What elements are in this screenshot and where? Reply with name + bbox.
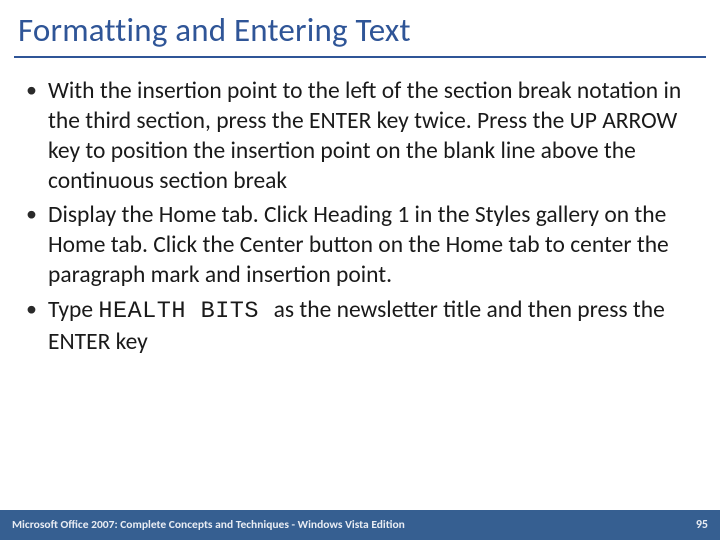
list-item: Display the Home tab. Click Heading 1 in… (22, 200, 692, 290)
list-item: Type HEALTH BITS as the newsletter title… (22, 295, 692, 357)
list-item: With the insertion point to the left of … (22, 76, 692, 196)
page-number: 95 (696, 518, 708, 532)
slide-footer: Microsoft Office 2007: Complete Concepts… (0, 510, 720, 540)
footer-text: Microsoft Office 2007: Complete Concepts… (12, 518, 405, 532)
bullet-text: With the insertion point to the left of … (48, 77, 681, 195)
slide: Formatting and Entering Text With the in… (0, 0, 720, 540)
bullet-text-code: HEALTH BITS (98, 298, 273, 325)
bullet-text: Type (48, 296, 98, 324)
bullet-list: With the insertion point to the left of … (22, 76, 692, 357)
slide-body: With the insertion point to the left of … (0, 58, 720, 357)
bullet-text: Display the Home tab. Click Heading 1 in… (48, 201, 669, 289)
slide-title: Formatting and Entering Text (0, 0, 720, 56)
